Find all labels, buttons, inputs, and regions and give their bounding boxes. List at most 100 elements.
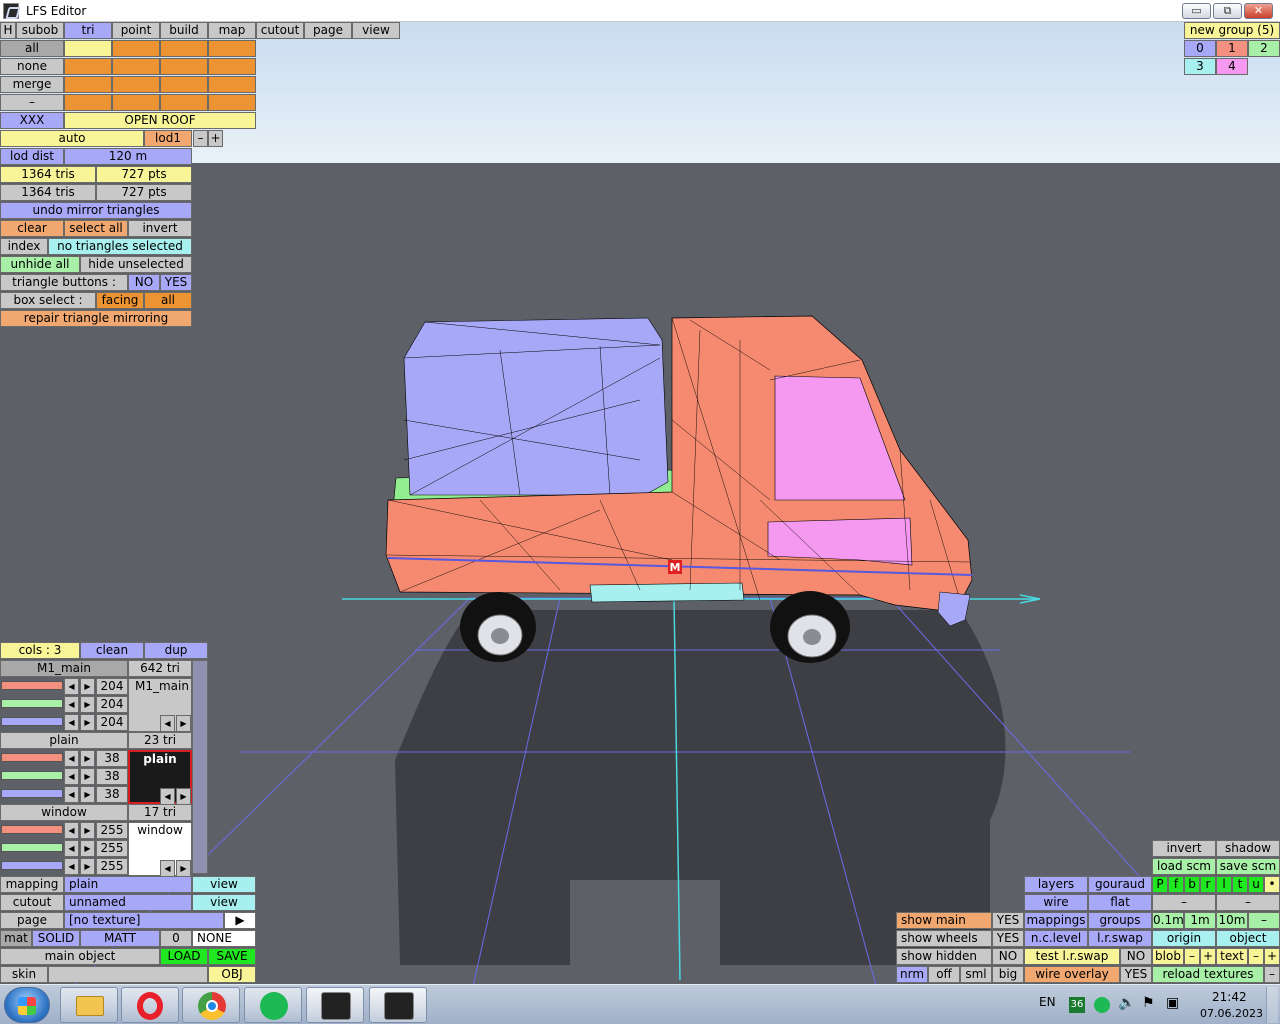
lod-auto[interactable]: auto <box>0 130 144 147</box>
m3-next-arrow[interactable]: ▶ <box>176 860 191 877</box>
wire-button[interactable]: wire <box>1024 894 1088 911</box>
subob-slot[interactable] <box>64 94 112 111</box>
m3-blue-value[interactable]: 255 <box>96 858 128 875</box>
normal-size-button[interactable]: nrm <box>896 966 928 983</box>
subob-slot[interactable] <box>112 94 160 111</box>
nc-level-button[interactable]: n.c.level <box>1024 930 1088 947</box>
menu-point[interactable]: point <box>112 22 160 39</box>
subob-slot[interactable] <box>160 58 208 75</box>
m2-right-arrow[interactable]: ▶ <box>80 768 95 785</box>
menu-map[interactable]: map <box>208 22 256 39</box>
menu-tri[interactable]: tri <box>64 22 112 39</box>
m2-blue-value[interactable]: 38 <box>96 786 128 803</box>
off-size-button[interactable]: off <box>928 966 960 983</box>
m1-green-value[interactable]: 204 <box>96 696 128 713</box>
obj-button[interactable]: OBJ <box>208 966 256 983</box>
m2-red-slider[interactable] <box>1 753 63 762</box>
show-wheels-label[interactable]: show wheels <box>896 930 992 947</box>
blob-plus-button[interactable]: + <box>1200 948 1216 965</box>
m2-left-arrow[interactable]: ◀ <box>64 750 79 767</box>
reload-dash-button[interactable]: – <box>1264 966 1280 983</box>
m3-prev-arrow[interactable]: ◀ <box>160 860 175 877</box>
opera-taskbar-button[interactable] <box>121 987 179 1023</box>
m1-left-arrow[interactable]: ◀ <box>64 696 79 713</box>
lod-dist-value[interactable]: 120 m <box>64 148 192 165</box>
show-main-value[interactable]: YES <box>992 912 1024 929</box>
step-0-1m[interactable]: 0.1m <box>1152 912 1184 929</box>
m1-red-slider[interactable] <box>1 681 63 690</box>
dup-button[interactable]: dup <box>144 642 208 659</box>
subob-slot[interactable] <box>64 58 112 75</box>
m1-right-arrow[interactable]: ▶ <box>80 696 95 713</box>
m1-left-arrow[interactable]: ◀ <box>64 678 79 695</box>
subob-slot[interactable] <box>112 58 160 75</box>
materials-scrollbar[interactable] <box>192 660 208 874</box>
language-indicator[interactable]: EN <box>1039 995 1056 1009</box>
m3-green-slider[interactable] <box>1 843 63 852</box>
subob-xxx[interactable]: XXX <box>0 112 64 129</box>
step-10m[interactable]: 10m <box>1216 912 1248 929</box>
unhide-all-button[interactable]: unhide all <box>0 256 80 273</box>
reload-textures-button[interactable]: reload textures <box>1152 966 1264 983</box>
undo-mirror-button[interactable]: undo mirror triangles <box>0 202 192 219</box>
subob-slot[interactable] <box>208 58 256 75</box>
subob-slot[interactable] <box>112 40 160 57</box>
menu-view[interactable]: view <box>352 22 400 39</box>
layers-button[interactable]: layers <box>1024 876 1088 893</box>
menu-cutout[interactable]: cutout <box>256 22 304 39</box>
flag-u[interactable]: u <box>1248 876 1264 893</box>
origin-button[interactable]: origin <box>1152 930 1216 947</box>
invert-selection-button[interactable]: invert <box>128 220 192 237</box>
show-main-label[interactable]: show main <box>896 912 992 929</box>
m3-left-arrow[interactable]: ◀ <box>64 858 79 875</box>
m1-blue-slider[interactable] <box>1 717 63 726</box>
small-size-button[interactable]: sml <box>960 966 992 983</box>
flag-f[interactable]: f <box>1168 876 1184 893</box>
m2-left-arrow[interactable]: ◀ <box>64 786 79 803</box>
m3-right-arrow[interactable]: ▶ <box>80 840 95 857</box>
shadow-button[interactable]: shadow <box>1216 840 1280 857</box>
tray-badge-icon[interactable]: 36 <box>1069 997 1085 1013</box>
start-button[interactable] <box>4 987 50 1023</box>
group-4[interactable]: 4 <box>1216 58 1248 75</box>
hide-unselected-button[interactable]: hide unselected <box>80 256 192 273</box>
m3-green-value[interactable]: 255 <box>96 840 128 857</box>
mappings-button[interactable]: mappings <box>1024 912 1088 929</box>
m2-red-value[interactable]: 38 <box>96 750 128 767</box>
m2-green-slider[interactable] <box>1 771 63 780</box>
subob-slot[interactable] <box>208 94 256 111</box>
m1-left-arrow[interactable]: ◀ <box>64 714 79 731</box>
network-icon[interactable]: ▣ <box>1166 995 1179 1011</box>
m2-blue-slider[interactable] <box>1 789 63 798</box>
wire-overlay-value[interactable]: YES <box>1120 966 1152 983</box>
repair-mirroring-button[interactable]: repair triangle mirroring <box>0 310 192 327</box>
test-lr-swap-button[interactable]: test l.r.swap <box>1024 948 1120 965</box>
flag-t[interactable]: t <box>1232 876 1248 893</box>
subob-none[interactable]: none <box>0 58 64 75</box>
lod-plus-button[interactable]: + <box>208 130 223 147</box>
flat-button[interactable]: flat <box>1088 894 1152 911</box>
big-size-button[interactable]: big <box>992 966 1024 983</box>
text-minus-button[interactable]: – <box>1248 948 1264 965</box>
lod-minus-button[interactable]: – <box>193 130 208 147</box>
mapping-select[interactable]: plain <box>64 876 192 893</box>
m2-next-arrow[interactable]: ▶ <box>176 788 191 805</box>
menu-subob[interactable]: subob <box>16 22 64 39</box>
m3-blue-slider[interactable] <box>1 861 63 870</box>
subob-open-roof[interactable]: OPEN ROOF <box>64 112 256 129</box>
show-wheels-value[interactable]: YES <box>992 930 1024 947</box>
gouraud-button[interactable]: gouraud <box>1088 876 1152 893</box>
group-3[interactable]: 3 <box>1184 58 1216 75</box>
subob-slot[interactable] <box>208 40 256 57</box>
subob-slot[interactable] <box>160 76 208 93</box>
dash-button[interactable]: – <box>1152 894 1216 911</box>
cols-label[interactable]: cols : 3 <box>0 642 80 659</box>
m3-right-arrow[interactable]: ▶ <box>80 822 95 839</box>
material-2-name[interactable]: plain <box>0 732 128 749</box>
chrome-taskbar-button[interactable] <box>182 987 240 1023</box>
m1-next-arrow[interactable]: ▶ <box>176 715 191 732</box>
lod-level[interactable]: lod1 <box>144 130 192 147</box>
save-button[interactable]: SAVE <box>208 948 256 965</box>
mapping-view-button[interactable]: view <box>192 876 256 893</box>
mat-index[interactable]: 0 <box>160 930 192 947</box>
